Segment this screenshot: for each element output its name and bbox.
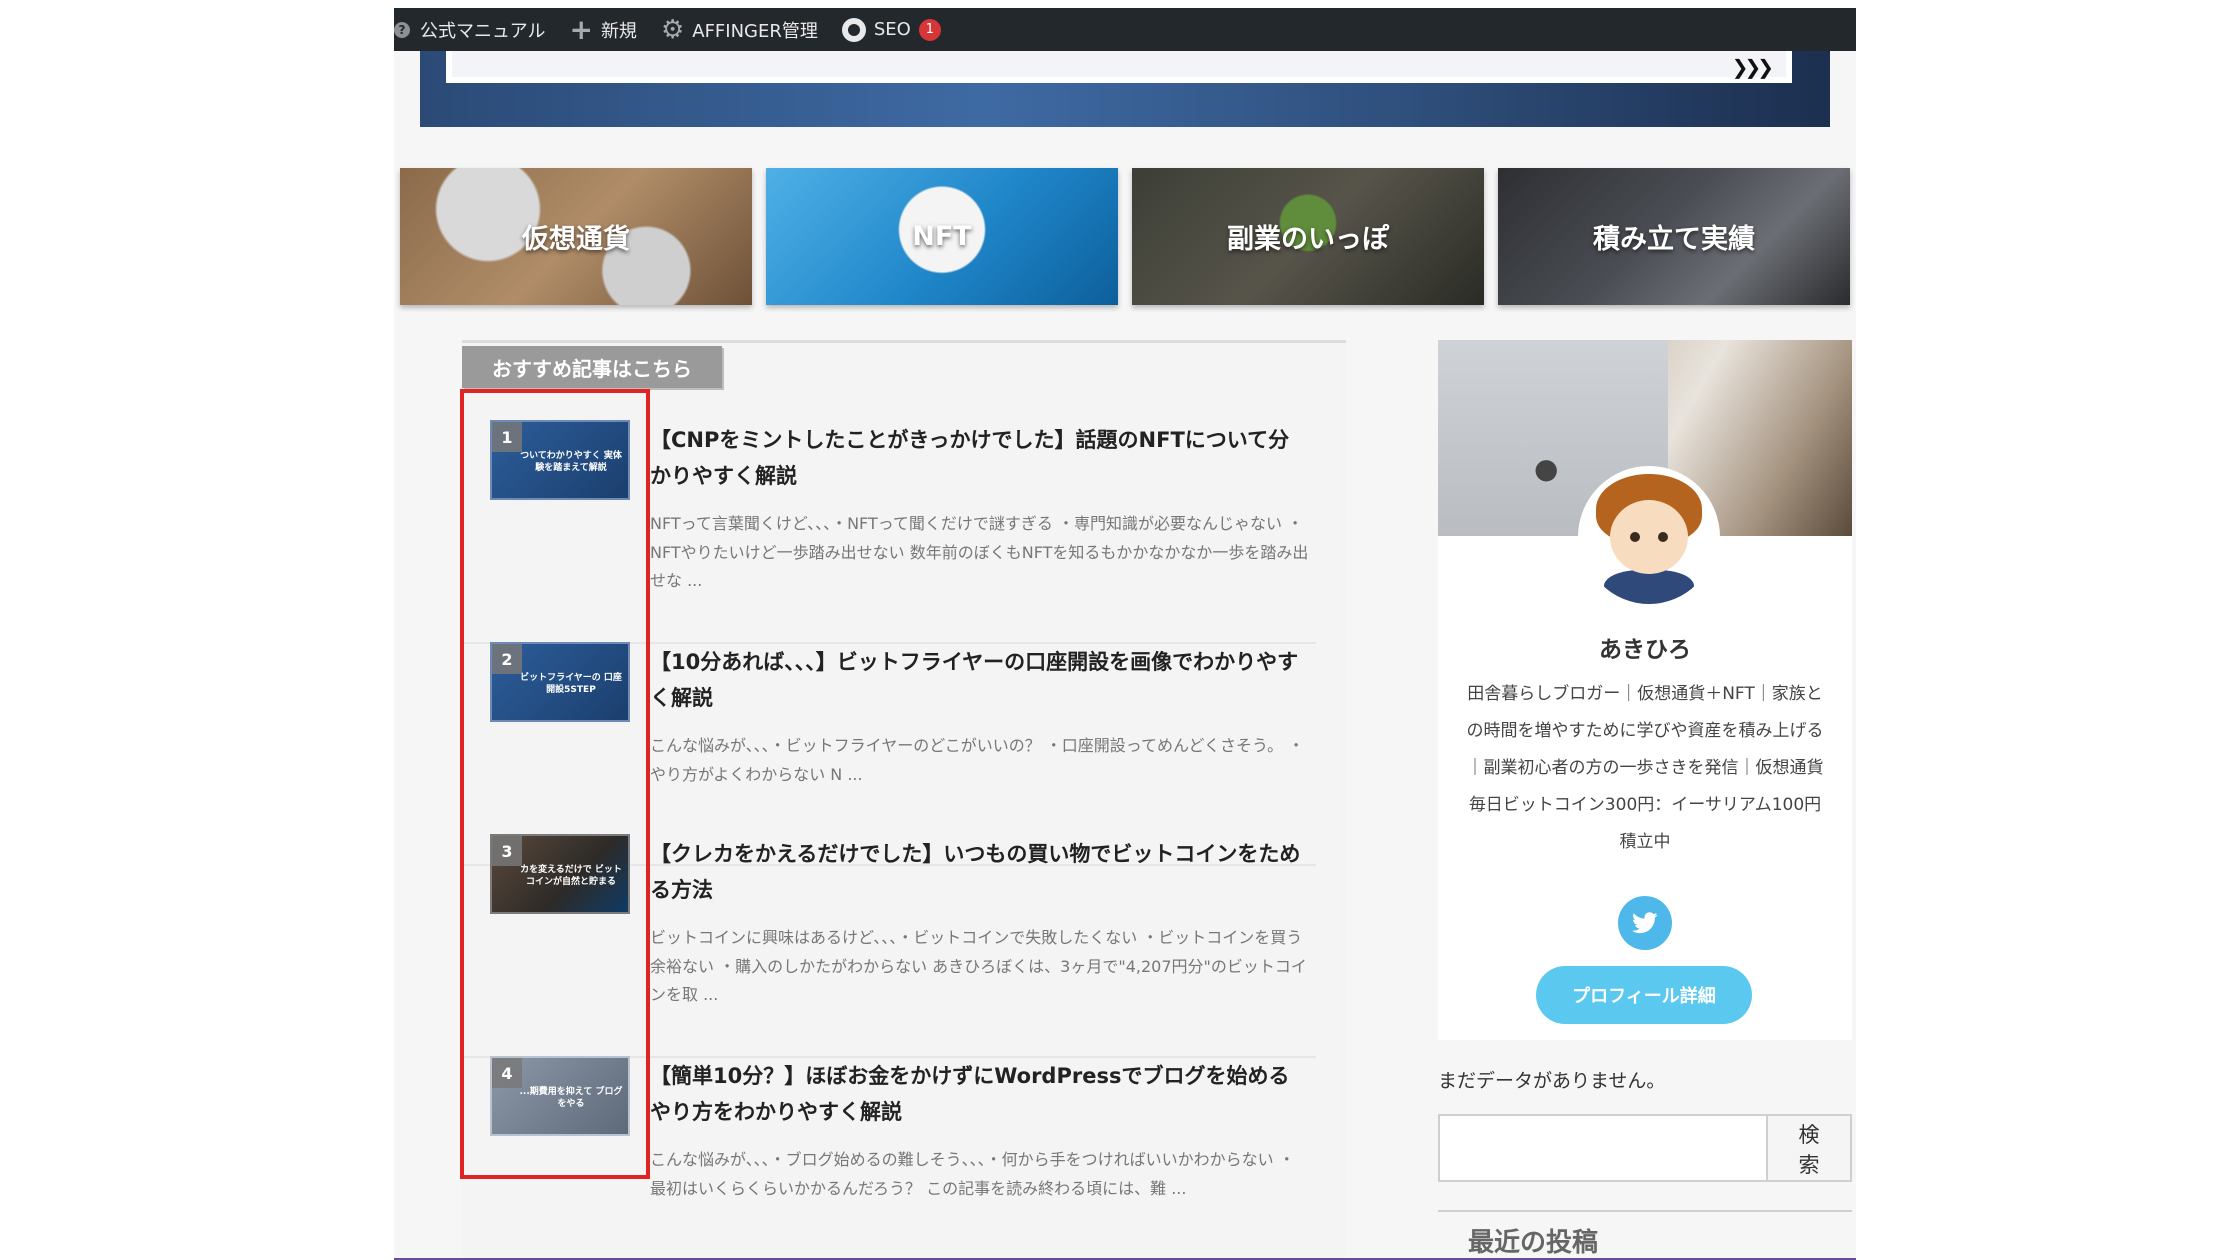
article-excerpt: ビットコインに興味はあるけど、、、・ビットコインで失敗したくない ・ビットコイン… [650,928,1307,1004]
sidebar: ● あきひろ 田舎暮らしブロガー｜仮想通貨＋NFT｜家族との時間を増やすために学… [1438,340,1852,1260]
recent-posts-heading: 最近の投稿 [1468,1228,1599,1258]
recommended-heading: おすすめ記事はこちら [462,346,722,388]
profile-bio: 田舎暮らしブロガー｜仮想通貨＋NFT｜家族との時間を増やすために学びや資産を積み… [1466,684,1824,852]
seo-label: SEO [873,19,911,40]
category-tile-side-business[interactable]: 副業のいっぽ [1132,168,1484,305]
recommended-section: おすすめ記事はこちら 1 ついてわかりやすく 実体験を踏まえて解説 【CNPをミ… [462,340,1346,1260]
article-title[interactable]: 【CNPをミントしたことがきっかけでした】話題のNFTについて分かりやすく解説 [650,422,1310,494]
no-data-message: まだデータがありません。 [1438,1070,1666,1092]
section-divider [462,340,1346,343]
category-label: 積み立て実績 [1593,224,1755,255]
avatar-eye [1658,532,1668,542]
rank-badge: 3 [492,836,522,866]
twitter-icon[interactable] [1618,896,1672,950]
profile-name: あきひろ [1599,637,1691,663]
help-icon: ? [394,21,410,38]
article-title[interactable]: 【クレカをかえるだけでした】いつもの買い物でビットコインをためる方法 [650,836,1310,908]
article-item[interactable]: 2 ビットフライヤーの 口座開設5STEP 【10分あれば、、、】ビットフライヤ… [462,642,1316,866]
article-item[interactable]: 4 ...期費用を抑えて ブログをやる 【簡単10分？】ほぼお金をかけずにWor… [462,1056,1316,1260]
article-thumbnail[interactable]: 3 カを変えるだけで ビットコインが自然と貯まる [490,834,630,914]
category-tile-crypto[interactable]: 仮想通貨 [400,168,752,305]
twitter-bird-icon [1632,912,1658,934]
admin-manual-link[interactable]: ? 公式マニュアル [394,8,557,51]
profile-detail-button[interactable]: プロフィール詳細 [1536,966,1752,1024]
category-tile-nft[interactable]: NFT [766,168,1118,305]
category-label: NFT [912,221,972,252]
category-menu: 仮想通貨 NFT 副業のいっぽ 積み立て実績 [400,168,1850,308]
new-label: 新規 [600,20,637,42]
category-label: 副業のいっぽ [1227,224,1389,255]
category-tile-savings[interactable]: 積み立て実績 [1498,168,1850,305]
seo-icon [841,17,866,42]
rank-badge: 1 [492,422,522,452]
article-thumbnail[interactable]: 1 ついてわかりやすく 実体験を踏まえて解説 [490,420,630,500]
thumbnail-caption: カを変えるだけで ビットコインが自然と貯まる [520,865,622,887]
search-button-label: 検索 [1798,1123,1820,1177]
article-excerpt: こんな悩みが、、、・ビットフライヤーのどこがいいの？ ・口座開設ってめんどくさそ… [650,736,1305,784]
chevron-decoration-icon: ❯❯❯ [1731,55,1774,79]
search-input[interactable] [1438,1114,1768,1182]
profile-card: ● あきひろ 田舎暮らしブロガー｜仮想通貨＋NFT｜家族との時間を増やすために学… [1438,340,1852,1040]
article-title[interactable]: 【10分あれば、、、】ビットフライヤーの口座開設を画像でわかりやすく解説 [650,644,1310,716]
admin-affinger-link[interactable]: ⚙ AFFINGER管理 [661,8,830,51]
category-label: 仮想通貨 [522,224,630,255]
avatar-face [1610,500,1688,574]
plus-icon: + [569,13,593,46]
article-thumbnail[interactable]: 2 ビットフライヤーの 口座開設5STEP [490,642,630,722]
section-divider [1438,1210,1852,1212]
thumbnail-caption: ...期費用を抑えて ブログをやる [519,1087,623,1109]
admin-bar: ? 公式マニュアル + 新規 ⚙ AFFINGER管理 SEO 1 [394,8,1856,51]
search-button[interactable]: 検索 [1768,1114,1852,1182]
hero-banner-frame [446,51,1792,83]
article-excerpt: NFTって言葉聞くけど、、、・NFTって聞くだけで謎すぎる ・専門知識が必要なん… [650,514,1309,590]
avatar [1578,466,1720,608]
article-item[interactable]: 1 ついてわかりやすく 実体験を踏まえて解説 【CNPをミントしたことがきっかけ… [462,420,1316,644]
apple-logo-icon: ● [1534,452,1559,485]
admin-new-link[interactable]: + 新規 [569,8,648,51]
admin-seo-link[interactable]: SEO 1 [841,8,953,51]
manual-label: 公式マニュアル [420,20,546,42]
rank-badge: 4 [492,1058,522,1088]
thumbnail-caption: ビットフライヤーの 口座開設5STEP [520,673,622,695]
gear-icon: ⚙ [660,14,685,45]
seo-notification-badge: 1 [918,18,941,41]
affinger-label: AFFINGER管理 [692,20,818,42]
hero-banner[interactable]: ❯❯❯ [420,51,1830,127]
article-thumbnail[interactable]: 4 ...期費用を抑えて ブログをやる [490,1056,630,1136]
article-excerpt: こんな悩みが、、、・ブログ始めるの難しそう、、、・何から手をつければいいかわから… [650,1150,1295,1198]
avatar-body [1604,570,1694,604]
avatar-eye [1630,532,1640,542]
rank-badge: 2 [492,644,522,674]
site-page: ? 公式マニュアル + 新規 ⚙ AFFINGER管理 SEO 1 ❯❯❯ 仮想… [394,8,1856,1260]
article-title[interactable]: 【簡単10分？】ほぼお金をかけずにWordPressでブログを始めるやり方をわか… [650,1058,1310,1130]
thumbnail-caption: ついてわかりやすく 実体験を踏まえて解説 [520,451,622,473]
article-item[interactable]: 3 カを変えるだけで ビットコインが自然と貯まる 【クレカをかえるだけでした】い… [462,834,1316,1058]
